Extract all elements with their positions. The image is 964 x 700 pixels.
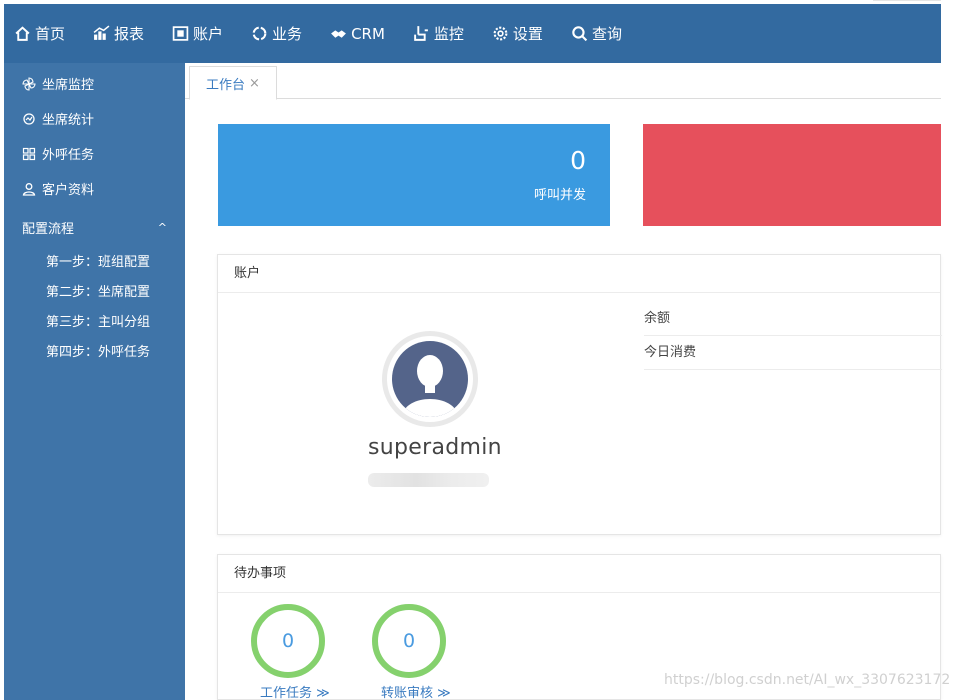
sidebar-group-config-flow[interactable]: 配置流程 ^ xyxy=(4,206,185,248)
todo-count-ring[interactable]: 0 xyxy=(372,604,446,678)
chevron-up-icon: ^ xyxy=(158,221,167,234)
todo-count: 0 xyxy=(403,630,415,652)
handshake-icon xyxy=(330,25,347,42)
app-window: 首页 报表 账户 业务 CRM 监控 设置 查询 xyxy=(0,0,964,700)
sidebar-subitem-step1[interactable]: 第一步：班组配置 xyxy=(4,248,185,278)
today-spend-row: 今日消费 xyxy=(644,336,942,370)
fan-icon xyxy=(22,77,36,91)
info-label: 今日消费 xyxy=(644,345,696,360)
tab-bar: 工作台 × xyxy=(185,63,941,99)
home-icon xyxy=(14,25,31,42)
nav-label: 报表 xyxy=(114,23,144,44)
sidebar-subitem-step2[interactable]: 第二步：坐席配置 xyxy=(4,278,185,308)
nav-search[interactable]: 查询 xyxy=(571,4,622,63)
default-avatar-icon xyxy=(392,341,468,417)
info-label: 余额 xyxy=(644,311,670,326)
nav-label: 监控 xyxy=(434,23,464,44)
balance-row: 余额 xyxy=(644,302,942,336)
sidebar-item-label: 坐席监控 xyxy=(42,74,94,93)
user-icon xyxy=(22,182,36,196)
work-task-link[interactable]: 工作任务 ≫ xyxy=(260,682,330,700)
top-navbar: 首页 报表 账户 业务 CRM 监控 设置 查询 xyxy=(4,4,941,63)
transfer-review-link[interactable]: 转账审核 ≫ xyxy=(381,682,451,700)
sidebar-item-label: 坐席统计 xyxy=(42,109,94,128)
sidebar-subitem-step4[interactable]: 第四步：外呼任务 xyxy=(4,338,185,368)
stat-card-concurrent-calls: 0 呼叫并发 xyxy=(218,124,610,226)
avatar xyxy=(382,331,478,427)
nav-business[interactable]: 业务 xyxy=(251,4,302,63)
sidebar-item-agent-stats[interactable]: 坐席统计 xyxy=(4,101,185,136)
monitor-icon xyxy=(413,25,430,42)
stat-label: 呼叫并发 xyxy=(534,184,586,203)
todo-count-ring[interactable]: 0 xyxy=(251,604,325,678)
watermark: https://blog.csdn.net/AI_wx_3307623172 xyxy=(664,672,950,688)
tab-workbench[interactable]: 工作台 × xyxy=(189,66,277,100)
nav-settings[interactable]: 设置 xyxy=(492,4,543,63)
panel-title: 账户 xyxy=(218,255,940,293)
divider xyxy=(873,0,941,1)
close-icon[interactable]: × xyxy=(249,76,260,91)
redacted-text xyxy=(368,473,489,487)
nav-label: 查询 xyxy=(592,23,622,44)
sidebar-item-agent-monitor[interactable]: 坐席监控 xyxy=(4,66,185,101)
sidebar-subitem-step3[interactable]: 第三步：主叫分组 xyxy=(4,308,185,338)
chart-icon xyxy=(93,25,110,42)
sidebar-item-label: 外呼任务 xyxy=(42,144,94,163)
panel-title: 待办事项 xyxy=(218,555,940,593)
stats-icon xyxy=(22,112,36,126)
username: superadmin xyxy=(368,435,502,460)
account-panel: 账户 superadmin 余额 今日消费 xyxy=(217,254,941,535)
sidebar-item-customer-data[interactable]: 客户资料 xyxy=(4,171,185,206)
nav-label: 设置 xyxy=(513,23,543,44)
search-icon xyxy=(571,25,588,42)
refresh-icon xyxy=(251,25,268,42)
nav-label: 账户 xyxy=(193,23,223,44)
stat-value: 0 xyxy=(570,146,586,175)
tab-label: 工作台 xyxy=(206,74,245,93)
stat-card-red xyxy=(643,124,941,226)
sidebar: 坐席监控 坐席统计 外呼任务 客户资料 配置流程 ^ 第一步：班组配置 第二步：… xyxy=(4,63,185,700)
nav-account[interactable]: 账户 xyxy=(172,4,223,63)
todo-count: 0 xyxy=(282,630,294,652)
grid-icon xyxy=(22,147,36,161)
nav-reports[interactable]: 报表 xyxy=(93,4,144,63)
gear-icon xyxy=(492,25,509,42)
nav-label: 首页 xyxy=(35,23,65,44)
sidebar-group-label: 配置流程 xyxy=(22,218,74,237)
nav-home[interactable]: 首页 xyxy=(14,4,65,63)
nav-crm[interactable]: CRM xyxy=(330,4,385,63)
nav-monitor[interactable]: 监控 xyxy=(413,4,464,63)
sidebar-item-label: 客户资料 xyxy=(42,179,94,198)
nav-label: CRM xyxy=(351,25,385,43)
sidebar-item-outbound-task[interactable]: 外呼任务 xyxy=(4,136,185,171)
nav-label: 业务 xyxy=(272,23,302,44)
account-icon xyxy=(172,25,189,42)
